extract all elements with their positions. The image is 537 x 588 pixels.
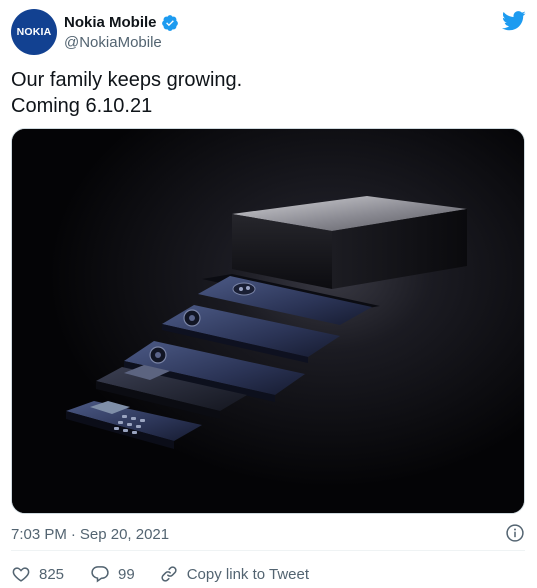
reply-bubble-icon bbox=[91, 566, 109, 583]
verified-badge-icon bbox=[161, 14, 178, 31]
copy-link-button[interactable]: Copy link to Tweet bbox=[159, 564, 309, 584]
reply-count: 99 bbox=[118, 565, 135, 583]
avatar-logo-text: NOKIA bbox=[16, 26, 52, 38]
tweet-embed: NOKIA Nokia Mobile @NokiaMobile Our fami… bbox=[0, 0, 537, 588]
heart-icon bbox=[12, 567, 30, 582]
name-row: Nokia Mobile bbox=[64, 12, 364, 33]
reply-button[interactable]: 99 bbox=[90, 564, 135, 584]
like-count: 825 bbox=[39, 565, 65, 583]
tweet-date[interactable]: Sep 20, 2021 bbox=[80, 526, 169, 543]
tweet-media-image[interactable] bbox=[11, 128, 525, 514]
tweet-text: Our family keeps growing. Coming 6.10.21 bbox=[11, 67, 521, 119]
tweet-actions: 825 99 Copy link to Tweet bbox=[11, 562, 309, 586]
tweet-timestamp[interactable]: 7:03 PM · Sep 20, 2021 bbox=[11, 524, 169, 544]
tweet-text-line-1: Our family keeps growing. bbox=[11, 69, 243, 91]
divider bbox=[11, 550, 525, 551]
link-icon bbox=[161, 566, 177, 582]
avatar[interactable]: NOKIA bbox=[11, 9, 57, 55]
display-name[interactable]: Nokia Mobile bbox=[64, 12, 157, 33]
twitter-bird-icon[interactable] bbox=[502, 11, 526, 31]
like-button[interactable]: 825 bbox=[11, 564, 64, 584]
author-block[interactable]: Nokia Mobile @NokiaMobile bbox=[64, 12, 364, 53]
tweet-time[interactable]: 7:03 PM bbox=[11, 526, 67, 543]
meta-separator: · bbox=[70, 525, 76, 543]
phones-family-photo bbox=[12, 129, 524, 513]
info-icon[interactable] bbox=[505, 523, 525, 543]
tweet-text-line-2: Coming 6.10.21 bbox=[11, 95, 153, 117]
handle[interactable]: @NokiaMobile bbox=[64, 33, 364, 53]
copy-link-label: Copy link to Tweet bbox=[186, 565, 310, 583]
